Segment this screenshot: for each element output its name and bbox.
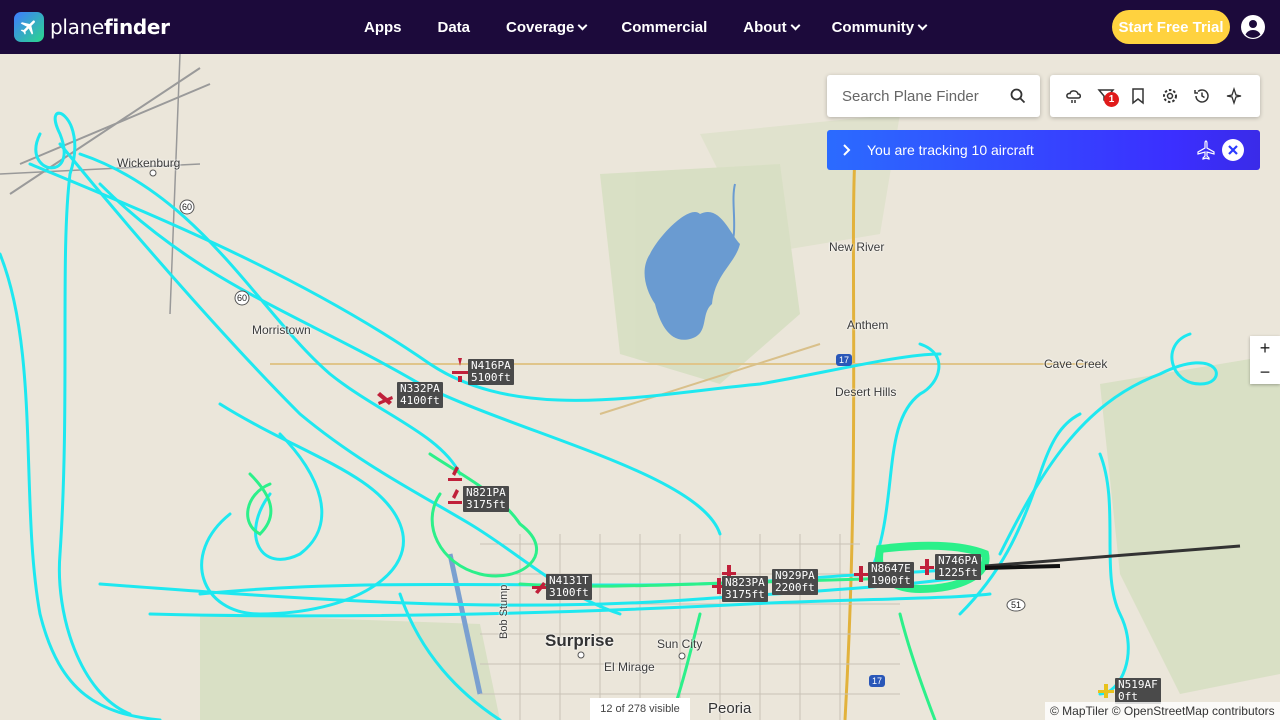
aircraft-tag[interactable]: N821PA 3175ft	[463, 486, 509, 512]
aircraft-icon-n821pa	[448, 489, 462, 504]
search-input[interactable]	[842, 87, 1002, 105]
bookmark-icon[interactable]	[1129, 87, 1147, 105]
start-free-trial-button[interactable]: Start Free Trial	[1112, 10, 1230, 44]
nav-about[interactable]: About	[743, 19, 801, 36]
search-icon[interactable]	[1010, 88, 1026, 104]
aircraft-tag[interactable]: N332PA 4100ft	[397, 382, 443, 408]
aircraft-tag[interactable]: N823PA 3175ft	[722, 576, 768, 602]
map-attribution[interactable]: © MapTiler © OpenStreetMap contributors	[1045, 702, 1280, 720]
place-label: Surprise	[545, 631, 614, 650]
aircraft-tag[interactable]: N416PA 5100ft	[468, 359, 514, 385]
tracking-banner[interactable]: You are tracking 10 aircraft	[827, 130, 1260, 170]
nav-community[interactable]: Community	[832, 19, 928, 36]
place-label: Wickenburg	[117, 156, 181, 170]
search-box[interactable]	[827, 75, 1040, 117]
aircraft-icon-n332pa	[377, 392, 393, 405]
plane-icon	[1197, 140, 1215, 160]
close-tracking-button[interactable]	[1222, 139, 1244, 161]
zoom-control: + −	[1250, 336, 1280, 384]
nav-commercial[interactable]: Commercial	[621, 19, 707, 36]
svg-text:17: 17	[872, 676, 882, 686]
nav-coverage[interactable]: Coverage	[506, 19, 588, 36]
place-label: El Mirage	[604, 660, 655, 674]
place-label: Bob Stump	[498, 584, 510, 639]
plane-logo-icon	[14, 12, 44, 42]
svg-text:60: 60	[237, 293, 247, 303]
nav-apps[interactable]: Apps	[364, 19, 402, 36]
place-label: Sun City	[657, 637, 703, 651]
brand-name: planefinder	[50, 15, 170, 39]
top-navigation-bar: planefinder Apps Data Coverage Commercia…	[0, 0, 1280, 54]
history-icon[interactable]	[1193, 87, 1211, 105]
aircraft-tag[interactable]: N746PA 1225ft	[935, 554, 981, 580]
place-label: New River	[829, 240, 885, 254]
playback-icon[interactable]	[1225, 87, 1243, 105]
zoom-out-button[interactable]: −	[1250, 360, 1280, 384]
aircraft-tag[interactable]: N8647E 1900ft	[868, 562, 914, 588]
aircraft-tag[interactable]: N519AF 0ft	[1115, 678, 1161, 704]
settings-icon[interactable]	[1161, 87, 1179, 105]
planefinder-logo[interactable]: planefinder	[14, 12, 170, 42]
filter-count-badge: 1	[1104, 92, 1119, 107]
visible-count: 12 of 278 visible	[590, 698, 690, 720]
place-label: Cave Creek	[1044, 357, 1108, 371]
chevron-down-icon	[577, 20, 588, 30]
weather-icon[interactable]	[1065, 87, 1083, 105]
svg-text:51: 51	[1011, 600, 1021, 610]
place-label: Desert Hills	[835, 385, 897, 399]
place-label: Anthem	[847, 318, 889, 332]
aircraft-tag[interactable]: N4131T 3100ft	[546, 574, 592, 600]
map-toolbar	[1050, 75, 1260, 117]
place-label: Peoria	[708, 700, 752, 717]
place-label: Morristown	[252, 323, 311, 337]
chevron-down-icon	[790, 20, 801, 30]
svg-text:60: 60	[182, 202, 192, 212]
chevron-right-icon[interactable]	[842, 144, 852, 156]
chevron-down-icon	[917, 20, 928, 30]
svg-text:17: 17	[839, 355, 849, 365]
tracking-text: You are tracking 10 aircraft	[867, 142, 1034, 158]
account-icon[interactable]	[1241, 15, 1265, 39]
nav-data[interactable]: Data	[438, 19, 471, 36]
zoom-in-button[interactable]: +	[1250, 336, 1280, 360]
close-icon	[1228, 145, 1238, 155]
main-nav: Apps Data Coverage Commercial About Comm…	[364, 0, 928, 54]
aircraft-tag[interactable]: N929PA 2200ft	[772, 569, 818, 595]
